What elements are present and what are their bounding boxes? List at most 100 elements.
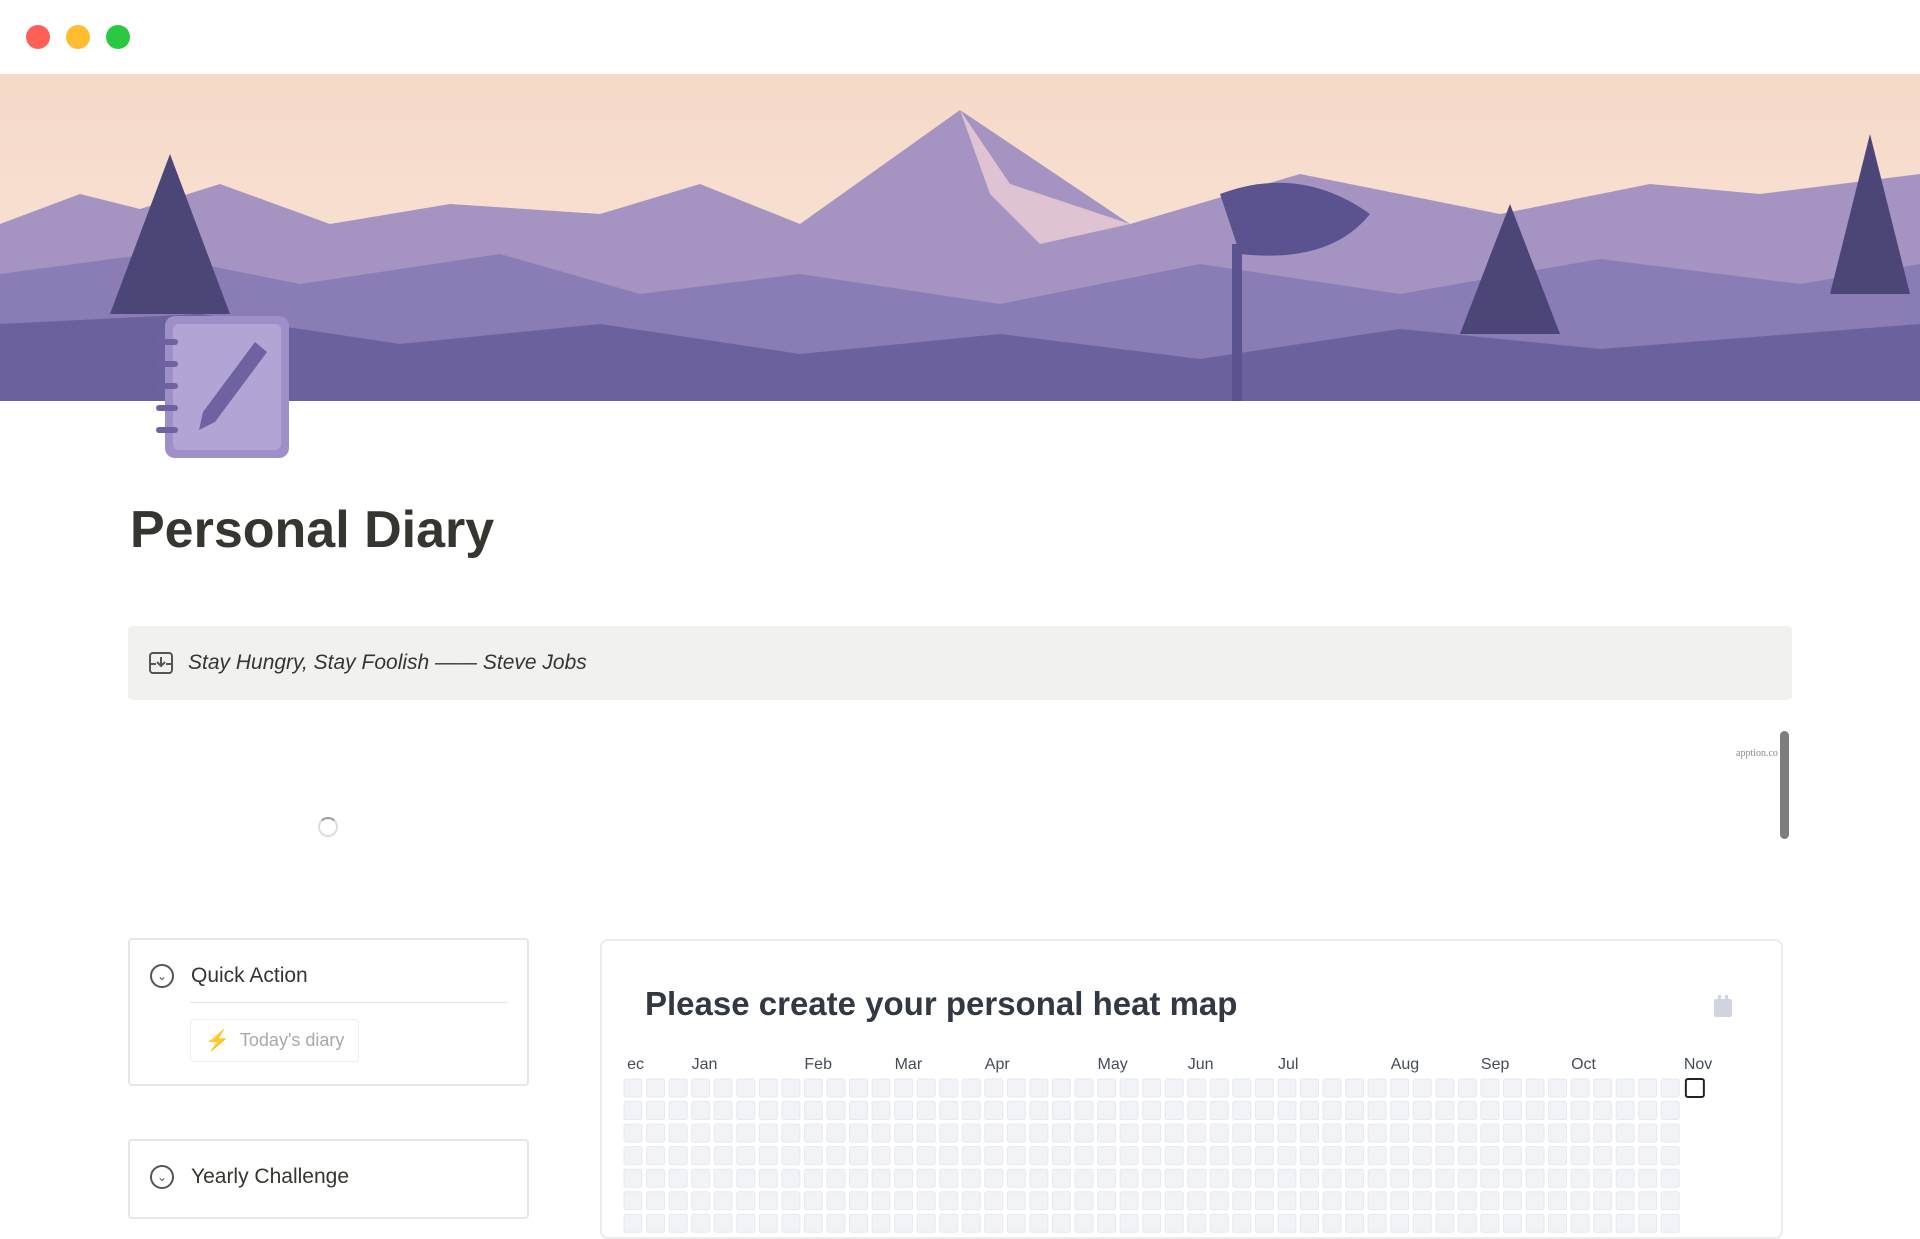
heatmap-cell[interactable] xyxy=(1570,1101,1590,1121)
heatmap-cell[interactable] xyxy=(1142,1078,1162,1098)
heatmap-cell[interactable] xyxy=(1232,1213,1252,1233)
heatmap-cell[interactable] xyxy=(939,1101,959,1121)
heatmap-cell[interactable] xyxy=(1119,1101,1139,1121)
heatmap-cell[interactable] xyxy=(736,1123,756,1143)
heatmap-cell[interactable] xyxy=(1660,1191,1680,1211)
heatmap-cell[interactable] xyxy=(646,1213,666,1233)
heatmap-cell[interactable] xyxy=(961,1146,981,1166)
heatmap-cell[interactable] xyxy=(803,1213,823,1233)
heatmap-cell[interactable] xyxy=(1502,1191,1522,1211)
minimize-button[interactable] xyxy=(66,25,90,49)
heatmap-cell[interactable] xyxy=(781,1101,801,1121)
heatmap-cell[interactable] xyxy=(1502,1101,1522,1121)
heatmap-cell[interactable] xyxy=(1638,1168,1658,1188)
heatmap-cell[interactable] xyxy=(1164,1101,1184,1121)
heatmap-cell[interactable] xyxy=(1277,1213,1297,1233)
heatmap-cell[interactable] xyxy=(803,1191,823,1211)
heatmap-cell[interactable] xyxy=(1435,1101,1455,1121)
heatmap-cell[interactable] xyxy=(1029,1123,1049,1143)
heatmap-cell[interactable] xyxy=(961,1191,981,1211)
heatmap-cell[interactable] xyxy=(1142,1123,1162,1143)
heatmap-cell[interactable] xyxy=(781,1213,801,1233)
heatmap-cell[interactable] xyxy=(1300,1191,1319,1211)
heatmap-cell[interactable] xyxy=(1525,1191,1545,1211)
close-button[interactable] xyxy=(26,25,50,49)
heatmap-cell[interactable] xyxy=(1097,1191,1117,1211)
heatmap-cell[interactable] xyxy=(939,1191,959,1211)
heatmap-cell[interactable] xyxy=(1480,1168,1500,1188)
heatmap-cell[interactable] xyxy=(1322,1101,1342,1121)
heatmap-cell[interactable] xyxy=(1412,1078,1432,1098)
heatmap-cell[interactable] xyxy=(736,1191,756,1211)
heatmap-cell[interactable] xyxy=(894,1078,914,1098)
heatmap-cell[interactable] xyxy=(1322,1213,1342,1233)
heatmap-cell[interactable] xyxy=(1074,1213,1094,1233)
heatmap-cell[interactable] xyxy=(668,1168,688,1188)
heatmap-cell[interactable] xyxy=(1502,1213,1522,1233)
heatmap-cell[interactable] xyxy=(1390,1191,1410,1211)
heatmap-cell[interactable] xyxy=(1277,1101,1297,1121)
heatmap-cell[interactable] xyxy=(713,1101,733,1121)
heatmap-cell[interactable] xyxy=(1142,1101,1162,1121)
heatmap-cell[interactable] xyxy=(1119,1123,1139,1143)
heatmap-cell[interactable] xyxy=(1660,1146,1680,1166)
heatmap-cell[interactable] xyxy=(826,1168,846,1188)
heatmap-cell[interactable] xyxy=(916,1101,936,1121)
heatmap-cell[interactable] xyxy=(1119,1213,1139,1233)
heatmap-cell[interactable] xyxy=(1277,1168,1297,1188)
heatmap-cell[interactable] xyxy=(1435,1078,1455,1098)
heatmap-cell[interactable] xyxy=(1074,1101,1094,1121)
heatmap-cell[interactable] xyxy=(849,1213,868,1233)
heatmap-cell[interactable] xyxy=(1502,1078,1522,1098)
heatmap-cell[interactable] xyxy=(1142,1191,1162,1211)
heatmap-cell[interactable] xyxy=(894,1146,914,1166)
heatmap-cell[interactable] xyxy=(1615,1146,1635,1166)
heatmap-cell[interactable] xyxy=(1051,1101,1071,1121)
heatmap-cell[interactable] xyxy=(1345,1078,1365,1098)
heatmap-cell[interactable] xyxy=(1480,1146,1500,1166)
notebook-pencil-icon[interactable] xyxy=(155,312,295,464)
heatmap-cell[interactable] xyxy=(1232,1168,1252,1188)
heatmap-cell[interactable] xyxy=(1502,1146,1522,1166)
heatmap-cell[interactable] xyxy=(1525,1123,1545,1143)
heatmap-cell[interactable] xyxy=(939,1168,959,1188)
heatmap-cell[interactable] xyxy=(736,1101,756,1121)
heatmap-cell[interactable] xyxy=(1615,1213,1635,1233)
heatmap-cell[interactable] xyxy=(916,1123,936,1143)
heatmap-cell[interactable] xyxy=(1390,1123,1410,1143)
heatmap-cell[interactable] xyxy=(1502,1168,1522,1188)
heatmap-cell[interactable] xyxy=(781,1191,801,1211)
heatmap-cell[interactable] xyxy=(1119,1078,1139,1098)
heatmap-cell[interactable] xyxy=(894,1168,914,1188)
heatmap-cell[interactable] xyxy=(1525,1213,1545,1233)
heatmap-cell[interactable] xyxy=(826,1191,846,1211)
heatmap-cell[interactable] xyxy=(1593,1101,1613,1121)
heatmap-cell[interactable] xyxy=(1300,1123,1319,1143)
heatmap-cell[interactable] xyxy=(1525,1168,1545,1188)
heatmap-cell[interactable] xyxy=(1300,1078,1319,1098)
heatmap-cell[interactable] xyxy=(646,1078,666,1098)
heatmap-cell[interactable] xyxy=(1254,1213,1274,1233)
heatmap-cell[interactable] xyxy=(668,1101,688,1121)
heatmap-cell[interactable] xyxy=(758,1213,778,1233)
heatmap-cell[interactable] xyxy=(1457,1078,1477,1098)
heatmap-cell[interactable] xyxy=(1570,1168,1590,1188)
heatmap-cell[interactable] xyxy=(1525,1078,1545,1098)
heatmap-cell[interactable] xyxy=(1412,1168,1432,1188)
heatmap-cell[interactable] xyxy=(871,1078,891,1098)
heatmap-cell[interactable] xyxy=(1638,1101,1658,1121)
heatmap-cell[interactable] xyxy=(781,1123,801,1143)
heatmap-cell[interactable] xyxy=(961,1213,981,1233)
heatmap-cell[interactable] xyxy=(1300,1213,1319,1233)
heatmap-cell[interactable] xyxy=(1570,1123,1590,1143)
heatmap-cell[interactable] xyxy=(668,1123,688,1143)
heatmap-cell[interactable] xyxy=(758,1078,778,1098)
heatmap-cell[interactable] xyxy=(1412,1213,1432,1233)
heatmap-cell[interactable] xyxy=(916,1168,936,1188)
heatmap-cell[interactable] xyxy=(1232,1146,1252,1166)
heatmap-cell[interactable] xyxy=(1457,1146,1477,1166)
heatmap-cell[interactable] xyxy=(1435,1123,1455,1143)
heatmap-cell[interactable] xyxy=(1232,1078,1252,1098)
heatmap-cell[interactable] xyxy=(713,1078,733,1098)
heatmap-cell[interactable] xyxy=(1322,1123,1342,1143)
